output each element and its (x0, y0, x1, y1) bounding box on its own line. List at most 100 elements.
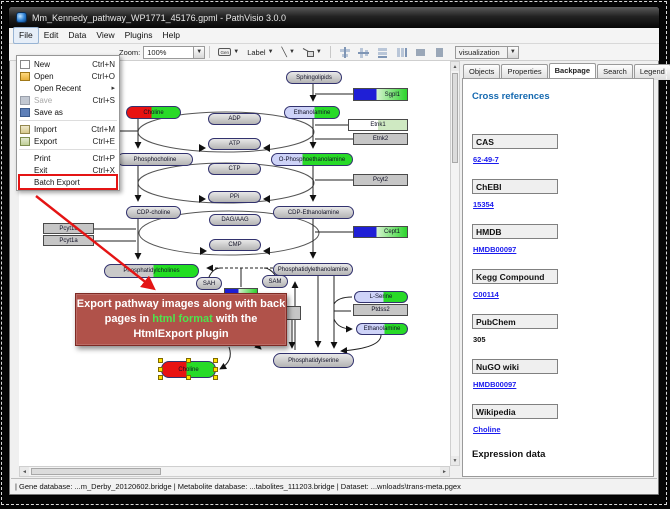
stack-vertical-icon[interactable] (376, 46, 389, 59)
menu-item-help[interactable]: Help (158, 28, 185, 43)
horizontal-scroll-thumb[interactable] (31, 468, 161, 475)
pathway-node-ppi[interactable]: PPi (208, 191, 261, 203)
vertical-scroll-thumb[interactable] (452, 73, 458, 163)
scroll-down-icon[interactable]: ▼ (451, 456, 459, 465)
crossref-link[interactable]: HMDB00097 (473, 245, 653, 254)
stack-horizontal-icon[interactable] (395, 46, 408, 59)
tab-backpage[interactable]: Backpage (549, 63, 596, 79)
node-label: CMP (228, 242, 241, 248)
node-label: Sgpl1 (385, 92, 400, 98)
crossref-link[interactable]: HMDB00097 (473, 380, 653, 389)
menu-item-file[interactable]: File (13, 27, 39, 44)
pathway-node-choline[interactable]: Choline (126, 106, 181, 119)
scroll-up-icon[interactable]: ▲ (451, 62, 459, 71)
pathway-node-pcyt2[interactable]: Pcyt2 (353, 174, 408, 186)
pathway-node-ethanolamine[interactable]: Ethanolamine (284, 106, 340, 119)
crossref-link[interactable]: Choline (473, 425, 653, 434)
pathway-node-sah[interactable]: SAH (196, 277, 222, 290)
crossref-section-pubchem: PubChem305 (472, 314, 653, 344)
node-label: Pcyt2 (373, 177, 388, 183)
file-menu-item-print[interactable]: PrintCtrl+P (17, 152, 119, 164)
selection-handle[interactable] (158, 367, 163, 372)
pathway-node-pcyt1b[interactable]: Pcyt1b (43, 223, 94, 234)
pathway-node-cdp-ethanolamine[interactable]: CDP-Ethanolamine (273, 206, 354, 219)
file-menu-item-save[interactable]: SaveCtrl+S (17, 94, 119, 106)
node-label: SAM (268, 279, 281, 285)
visualization-dropdown-icon[interactable]: ▼ (507, 47, 518, 58)
pathway-node-etnk2[interactable]: Etnk2 (353, 133, 408, 145)
menu-item-view[interactable]: View (91, 28, 119, 43)
visualization-combobox[interactable]: visualization ▼ (455, 46, 519, 59)
common-height-icon[interactable] (433, 46, 446, 59)
pathway-node-pcyt1a[interactable]: Pcyt1a (43, 235, 94, 246)
pathway-node-cdp-choline[interactable]: CDP-choline (126, 206, 181, 219)
pathway-node-dag-aag[interactable]: DAG/AAG (209, 214, 261, 226)
file-menu-item-export[interactable]: ExportCtrl+E (17, 135, 119, 147)
crossref-link[interactable]: 15354 (473, 200, 653, 209)
file-menu-item-batch-export[interactable]: Batch Export (17, 176, 119, 188)
canvas-vertical-scrollbar[interactable]: ▲ ▼ (450, 61, 460, 466)
scroll-right-icon[interactable]: ► (440, 467, 449, 476)
file-menu-item-save-as[interactable]: Save as (17, 106, 119, 118)
zoom-dropdown-icon[interactable]: ▼ (193, 47, 204, 58)
pathway-node-l-serine[interactable]: L-Serine (354, 291, 408, 303)
pathway-node-o-phosphoethanolamine[interactable]: O-Phosphoethanolamine (271, 153, 353, 166)
node-label: ATP (229, 141, 240, 147)
menu-item-label: Open Recent (34, 84, 81, 93)
canvas-horizontal-scrollbar[interactable]: ◄ ► (19, 466, 450, 477)
pathway-node-phosphatidylethanolamine[interactable]: Phosphatidylethanolamine (273, 263, 353, 276)
align-vertical-icon[interactable] (357, 46, 370, 59)
pathway-node-atp[interactable]: ATP (208, 138, 261, 150)
pathway-node-sam[interactable]: SAM (262, 275, 288, 288)
selection-handle[interactable] (213, 358, 218, 363)
chevron-down-icon: ▼ (268, 49, 274, 55)
file-menu-item-open[interactable]: OpenCtrl+O (17, 70, 119, 82)
node-label: Ptdss2 (371, 307, 389, 313)
shape-tool-button[interactable]: ▼ (299, 46, 326, 59)
label-tool-button[interactable]: Label ▼ (243, 46, 277, 59)
pathway-node-sgpl1[interactable]: Sgpl1 (353, 88, 408, 101)
pathway-node-ethanolamine[interactable]: Ethanolamine (356, 323, 408, 335)
scroll-left-icon[interactable]: ◄ (20, 467, 29, 476)
node-label: ADP (228, 116, 240, 122)
common-width-icon[interactable] (414, 46, 427, 59)
selection-handle[interactable] (213, 367, 218, 372)
crossref-link[interactable]: 62-49-7 (473, 155, 653, 164)
pathway-node-etnk1[interactable]: Etnk1 (348, 119, 408, 131)
line-tool-button[interactable]: ╲ ▼ (278, 45, 299, 60)
window-title: Mm_Kennedy_pathway_WP1771_45176.gpml - P… (32, 13, 286, 23)
align-horizontal-icon[interactable] (338, 46, 351, 59)
crossref-header: CAS (472, 134, 558, 149)
pathway-node-ptdss2[interactable]: Ptdss2 (353, 304, 408, 316)
pathway-node-cept1[interactable]: Cept1 (353, 226, 408, 238)
menu-shortcut: Ctrl+E (93, 137, 115, 146)
new-document-icon (20, 60, 30, 69)
pathway-node-phosphatidylserine[interactable]: Phosphatidylserine (273, 353, 354, 368)
pathway-node-adp[interactable]: ADP (208, 113, 261, 125)
pathway-node-phosphatidylcholines[interactable]: Phosphatidylcholines (104, 264, 199, 278)
status-bar: | Gene database: ...m_Derby_20120602.bri… (11, 478, 657, 494)
selection-handle[interactable] (158, 375, 163, 380)
status-text: | Gene database: ...m_Derby_20120602.bri… (15, 482, 461, 491)
node-label: Pcyt1b (59, 226, 77, 232)
menu-item-plugins[interactable]: Plugins (120, 28, 158, 43)
selection-handle[interactable] (158, 358, 163, 363)
pathway-node-phosphocholine[interactable]: Phosphocholine (117, 153, 193, 166)
selection-handle[interactable] (186, 358, 191, 363)
datanode-tool-button[interactable]: Gen ▼ (214, 46, 243, 58)
pathway-node-sphingolipids[interactable]: Sphingolipids (286, 71, 342, 84)
menu-item-edit[interactable]: Edit (39, 28, 64, 43)
menu-item-data[interactable]: Data (63, 28, 91, 43)
expression-data-heading: Expression data (472, 449, 653, 460)
crossref-link[interactable]: C00114 (473, 290, 653, 299)
crossref-section-kegg-compound: Kegg CompoundC00114 (472, 269, 653, 299)
pathway-node-ctp[interactable]: CTP (208, 163, 261, 175)
selection-handle[interactable] (213, 375, 218, 380)
file-menu-item-import[interactable]: ImportCtrl+M (17, 123, 119, 135)
screenshot-stage: Mm_Kennedy_pathway_WP1771_45176.gpml - P… (0, 0, 670, 509)
selection-handle[interactable] (186, 375, 191, 380)
zoom-combobox[interactable]: 100% ▼ (143, 46, 205, 59)
pathway-node-cmp[interactable]: CMP (209, 239, 261, 251)
file-menu-item-open-recent[interactable]: Open Recent▸ (17, 82, 119, 94)
file-menu-item-new[interactable]: NewCtrl+N (17, 58, 119, 70)
